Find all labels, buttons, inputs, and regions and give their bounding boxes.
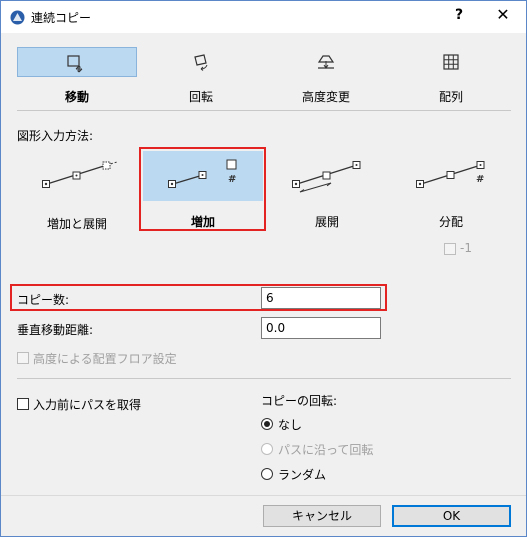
rotate-icon	[194, 54, 208, 71]
divider	[1, 495, 526, 496]
method-spread-label: 展開	[314, 215, 339, 229]
increment-spread-icon	[42, 161, 118, 188]
grid-icon	[443, 54, 459, 70]
tool-elevate-button[interactable]	[266, 47, 386, 77]
method-distribute-button[interactable]: #	[391, 151, 511, 201]
rotation-none-radio[interactable]	[261, 418, 273, 430]
minus-one-checkbox[interactable]	[444, 243, 456, 255]
copies-input[interactable]: 6	[261, 287, 381, 309]
tool-rotate-label: 回転	[188, 90, 213, 104]
title-bar: 連続コピー ? ✕	[1, 1, 526, 33]
method-distribute-label: 分配	[438, 215, 463, 229]
floor-setting-checkbox[interactable]	[17, 352, 29, 364]
method-increment-spread-label: 増加と展開	[46, 217, 107, 231]
tool-grid-button[interactable]	[391, 47, 511, 77]
spread-icon	[292, 161, 361, 193]
copies-label: コピー数:	[17, 293, 70, 307]
divider	[17, 110, 511, 111]
minus-one-label: -1	[460, 241, 472, 255]
tool-move-label: 移動	[64, 90, 89, 104]
cancel-button[interactable]: キャンセル	[263, 505, 381, 527]
divider	[17, 378, 511, 379]
rotation-none-label: なし	[278, 418, 303, 432]
elevate-icon	[317, 55, 335, 69]
rotation-label: コピーの回転:	[261, 394, 338, 408]
dialog-window: 連続コピー ? ✕ 移動 回転 高度変更 配列 図形入力方法: # # 増加と展…	[0, 0, 527, 537]
input-method-label: 図形入力方法:	[17, 129, 94, 143]
tool-elevate-label: 高度変更	[301, 90, 350, 104]
svg-text:#: #	[476, 174, 484, 185]
rotation-random-label: ランダム	[278, 468, 327, 482]
path-before-input-checkbox[interactable]	[17, 398, 29, 410]
help-button[interactable]: ?	[449, 7, 469, 23]
method-spread-button[interactable]	[267, 151, 387, 201]
app-logo-icon	[10, 10, 25, 25]
rotation-path-label: パスに沿って回転	[278, 443, 374, 457]
ok-button[interactable]: OK	[392, 505, 511, 527]
distribute-icon: #	[416, 161, 485, 188]
rotation-random-radio[interactable]	[261, 468, 273, 480]
window-title: 連続コピー	[31, 11, 92, 25]
close-button[interactable]: ✕	[493, 5, 513, 24]
tool-move-button[interactable]	[17, 47, 137, 77]
rotation-path-radio[interactable]	[261, 443, 273, 455]
method-highlight-box	[139, 147, 266, 231]
floor-setting-label: 高度による配置フロア設定	[33, 352, 177, 366]
tool-grid-label: 配列	[438, 90, 463, 104]
vertical-distance-label: 垂直移動距離:	[17, 323, 94, 337]
method-increment-spread-button[interactable]	[17, 151, 137, 201]
vertical-distance-input[interactable]: 0.0	[261, 317, 381, 339]
tool-rotate-button[interactable]	[141, 47, 261, 77]
move-icon	[67, 55, 83, 73]
path-before-input-label: 入力前にパスを取得	[33, 398, 142, 412]
